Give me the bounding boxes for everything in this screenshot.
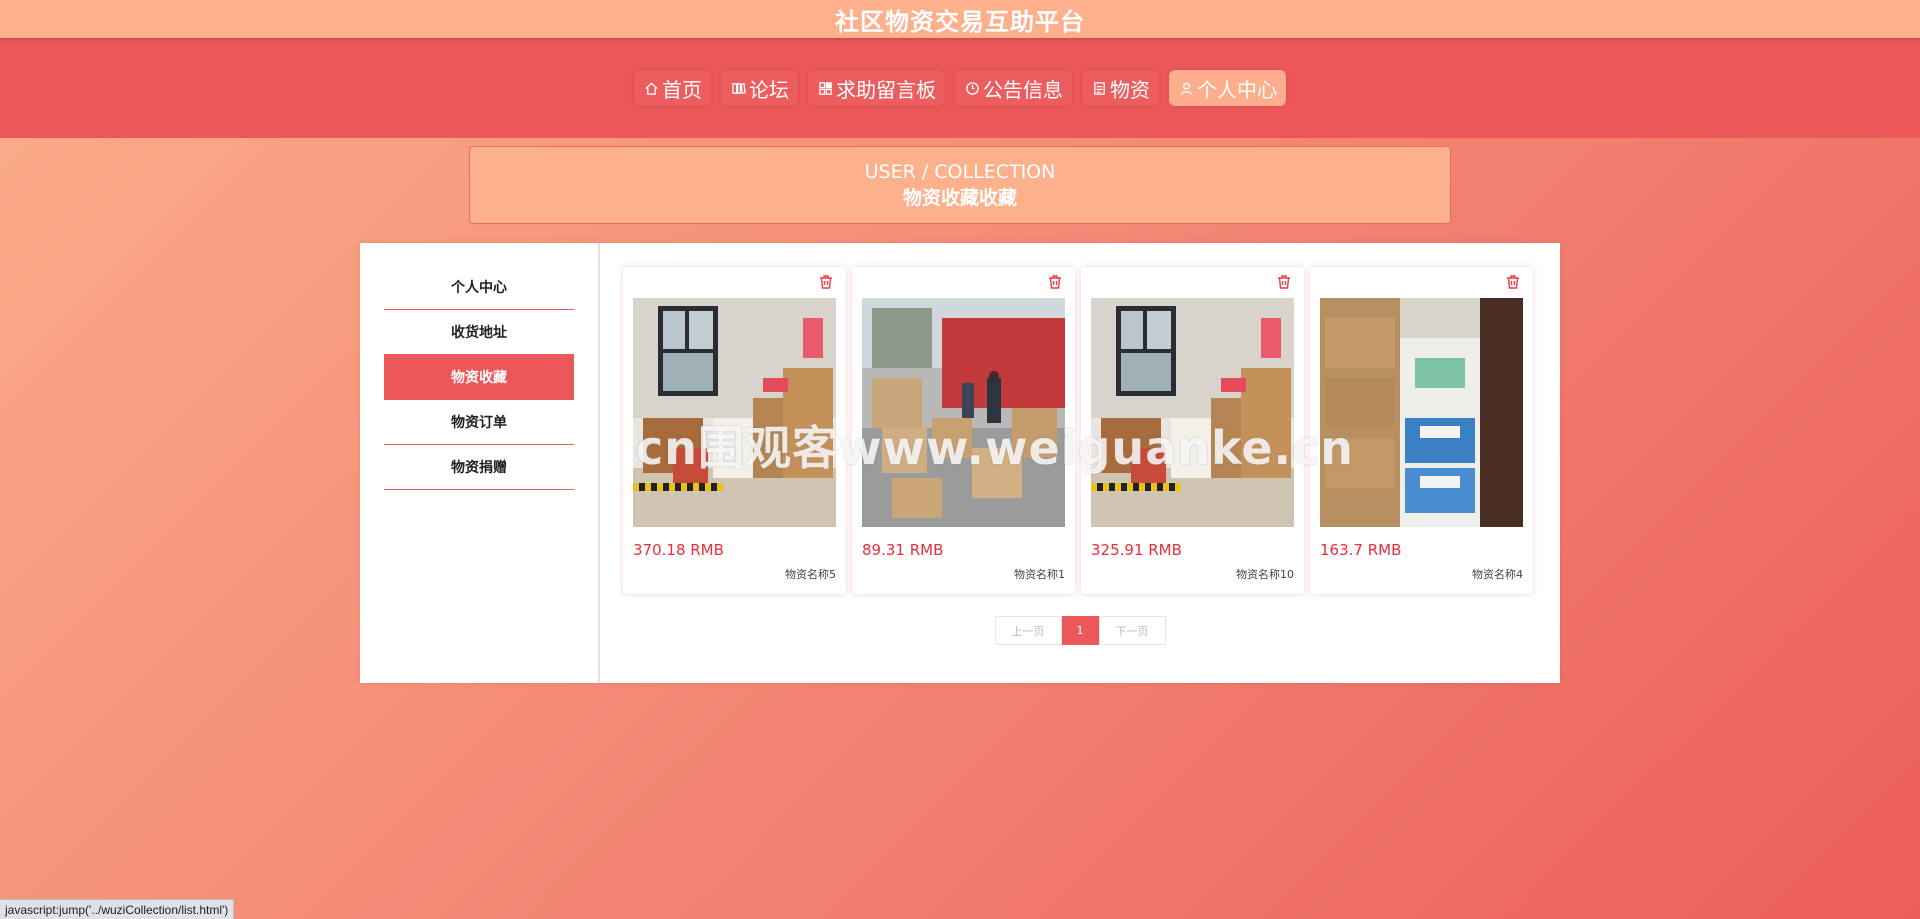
product-image[interactable]	[633, 298, 836, 527]
collection-content: 370.18 RMB 物资名称5 89.31 RMB 物资名称1 325.91 …	[600, 243, 1560, 683]
grid-icon	[817, 80, 833, 96]
product-image[interactable]	[1091, 298, 1294, 527]
sidebar-item-orders[interactable]: 物资订单	[384, 400, 574, 445]
product-image[interactable]	[862, 298, 1065, 527]
nav-item-help-board[interactable]: 求助留言板	[808, 70, 945, 106]
product-price: 370.18 RMB	[633, 541, 724, 559]
sidebar-item-donations[interactable]: 物资捐赠	[384, 445, 574, 490]
main-panel: 个人中心 收货地址 物资收藏 物资订单 物资捐赠 370.18 RMB 物资名称…	[360, 243, 1560, 683]
sidebar: 个人中心 收货地址 物资收藏 物资订单 物资捐赠	[360, 243, 600, 683]
home-icon	[643, 80, 659, 96]
nav-item-supplies[interactable]: 物资	[1082, 70, 1159, 106]
nav-item-forum[interactable]: 论坛	[721, 70, 798, 106]
nav-item-label: 论坛	[749, 77, 789, 102]
site-title: 社区物资交易互助平台	[835, 7, 1085, 36]
site-title-bar: 社区物资交易互助平台	[0, 0, 1920, 38]
trash-icon[interactable]	[818, 274, 834, 290]
user-icon	[1178, 80, 1194, 96]
banner-breadcrumb: USER / COLLECTION	[864, 161, 1056, 183]
page-title: 物资收藏收藏	[902, 187, 1017, 209]
nav-item-label: 物资	[1110, 77, 1150, 102]
product-grid: 370.18 RMB 物资名称5 89.31 RMB 物资名称1 325.91 …	[623, 267, 1538, 594]
product-image[interactable]	[1320, 298, 1523, 527]
nav-item-home[interactable]: 首页	[634, 70, 711, 106]
nav-item-announcements[interactable]: 公告信息	[955, 70, 1072, 106]
product-card[interactable]: 325.91 RMB 物资名称10	[1081, 267, 1304, 594]
sidebar-item-collection[interactable]: 物资收藏	[384, 355, 574, 400]
sidebar-item-address[interactable]: 收货地址	[384, 310, 574, 355]
product-card[interactable]: 89.31 RMB 物资名称1	[852, 267, 1075, 594]
next-page-button[interactable]: 下一页	[1098, 616, 1166, 645]
trash-icon[interactable]	[1047, 274, 1063, 290]
nav-item-label: 首页	[662, 77, 702, 102]
product-card[interactable]: 163.7 RMB 物资名称4	[1310, 267, 1533, 594]
note-icon	[1091, 80, 1107, 96]
product-name[interactable]: 物资名称5	[785, 566, 836, 582]
trash-icon[interactable]	[1505, 274, 1521, 290]
nav-item-label: 公告信息	[983, 77, 1063, 102]
status-bar-url: javascript:jump('../wuziCollection/list.…	[0, 899, 235, 919]
sidebar-item-user-center[interactable]: 个人中心	[384, 265, 574, 310]
nav-item-label: 求助留言板	[836, 77, 936, 102]
trash-icon[interactable]	[1276, 274, 1292, 290]
nav-item-label: 个人中心	[1197, 77, 1277, 102]
clock-icon	[964, 80, 980, 96]
product-name[interactable]: 物资名称10	[1236, 566, 1294, 582]
product-name[interactable]: 物资名称1	[1014, 566, 1065, 582]
nav-item-user-center[interactable]: 个人中心	[1169, 70, 1286, 106]
product-price: 325.91 RMB	[1091, 541, 1182, 559]
product-card[interactable]: 370.18 RMB 物资名称5	[623, 267, 846, 594]
product-price: 89.31 RMB	[862, 541, 944, 559]
pagination: 上一页 1 下一页	[600, 616, 1560, 645]
product-price: 163.7 RMB	[1320, 541, 1402, 559]
product-name[interactable]: 物资名称4	[1472, 566, 1523, 582]
current-page-button[interactable]: 1	[1061, 616, 1099, 645]
prev-page-button[interactable]: 上一页	[994, 616, 1062, 645]
book-icon	[730, 80, 746, 96]
main-nav: 首页 论坛 求助留言板 公告信息 物资 个人中心	[0, 38, 1920, 138]
page-banner: USER / COLLECTION 物资收藏收藏	[469, 146, 1451, 224]
